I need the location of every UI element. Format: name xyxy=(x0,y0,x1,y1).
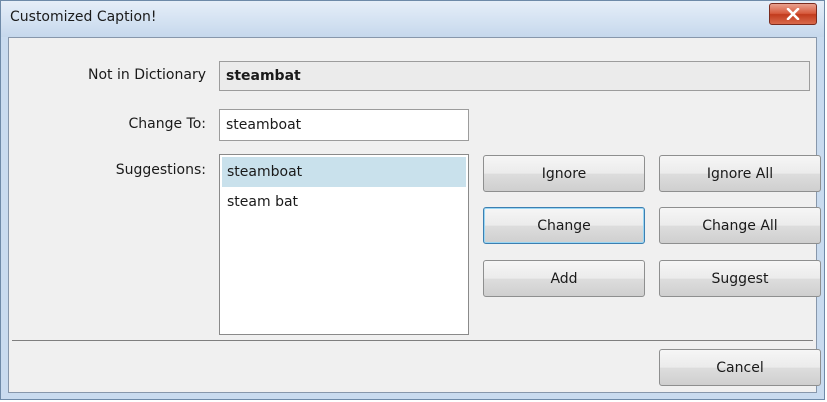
window-title: Customized Caption! xyxy=(10,9,157,25)
not-in-dictionary-label: Not in Dictionary xyxy=(88,67,206,83)
cancel-button[interactable]: Cancel xyxy=(659,349,821,386)
close-x-icon xyxy=(786,8,800,20)
suggestions-label: Suggestions: xyxy=(115,162,206,178)
suggest-button[interactable]: Suggest xyxy=(659,260,821,297)
ignore-all-button[interactable]: Ignore All xyxy=(659,155,821,192)
close-button[interactable] xyxy=(769,3,817,25)
spell-check-dialog: Customized Caption! Not in Dictionary st… xyxy=(0,0,825,400)
suggestion-item[interactable]: steamboat xyxy=(222,157,466,187)
add-button[interactable]: Add xyxy=(483,260,645,297)
suggestions-list[interactable]: steamboat steam bat xyxy=(219,154,469,335)
change-to-input[interactable]: steamboat xyxy=(219,109,469,141)
dialog-body: Not in Dictionary steambat Change To: st… xyxy=(8,37,821,393)
change-all-button[interactable]: Change All xyxy=(659,207,821,244)
footer-divider xyxy=(12,340,813,341)
title-bar[interactable]: Customized Caption! xyxy=(1,1,824,37)
change-button[interactable]: Change xyxy=(483,207,645,244)
not-in-dictionary-field: steambat xyxy=(219,61,810,91)
ignore-button[interactable]: Ignore xyxy=(483,155,645,192)
suggestion-item[interactable]: steam bat xyxy=(222,187,466,217)
change-to-label: Change To: xyxy=(128,116,206,132)
